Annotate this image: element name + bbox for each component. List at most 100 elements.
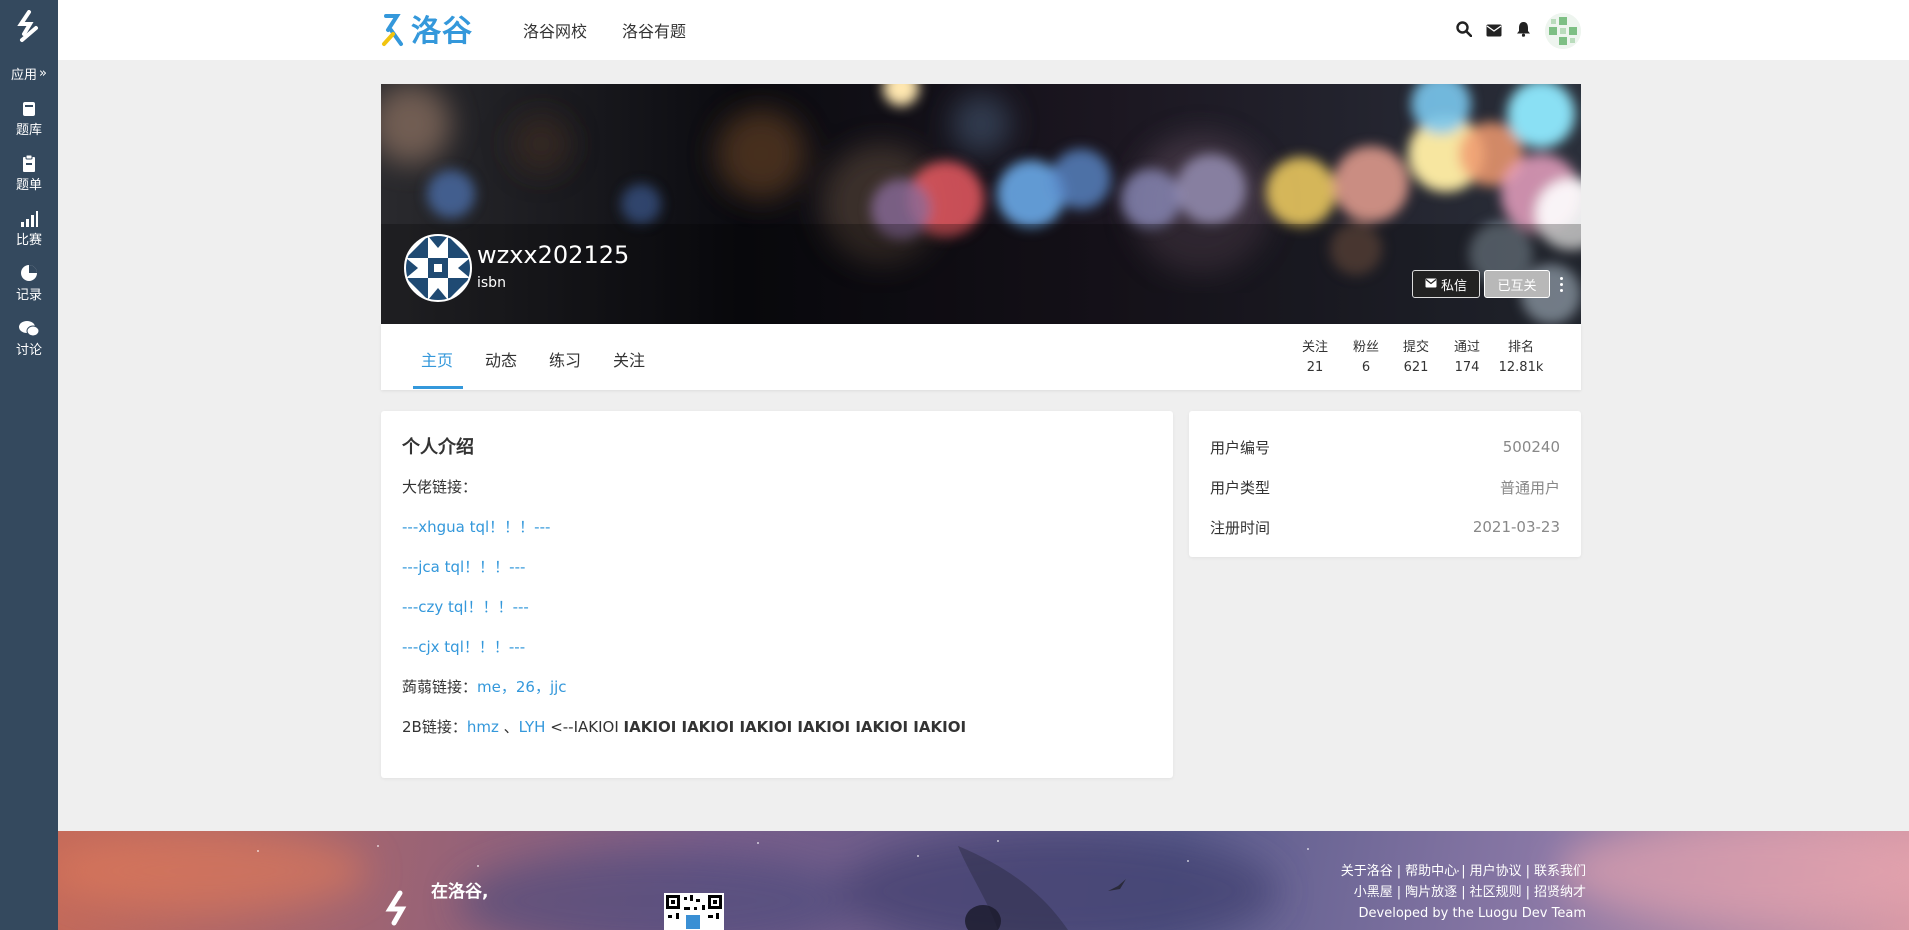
intro-link[interactable]: ---jca tql！！！--- (402, 558, 525, 576)
intro-separator: 、 (498, 718, 519, 736)
stat-value: 12.81k (1498, 360, 1544, 375)
brand-name: 洛谷 (411, 14, 473, 49)
intro-bold-text: IAKIOI IAKIOI IAKIOI IAKIOI IAKIOI IAKIO… (623, 718, 967, 736)
nav-link-problems[interactable]: 洛谷有题 (622, 18, 686, 42)
tab-activity[interactable]: 动态 (485, 347, 517, 371)
private-message-label: 私信 (1440, 278, 1467, 294)
stat-rank[interactable]: 排名 12.81k (1498, 338, 1544, 378)
user-tag: isbn (477, 275, 506, 291)
profile-tabs-bar: 主页 动态 练习 关注 关注 21 粉丝 6 提交 621 通过 174 排名 … (381, 324, 1581, 390)
private-message-button[interactable]: 私信 (1412, 270, 1480, 298)
comments-icon (19, 317, 39, 337)
username: wzxx202125 (477, 241, 630, 269)
tab-practice[interactable]: 练习 (549, 347, 581, 371)
sidebar-item-problems[interactable]: 题库 (0, 97, 58, 138)
nav-link-school[interactable]: 洛谷网校 (523, 18, 587, 42)
sidebar-item-training[interactable]: 题单 (0, 152, 58, 193)
footer-dev-line: Developed by the Luogu Dev Team (1341, 903, 1586, 924)
intro-link[interactable]: me，26，jjc (477, 678, 567, 696)
footer-background-image (58, 831, 1909, 930)
footer-dev-team-link[interactable]: Luogu Dev Team (1478, 906, 1586, 921)
intro-prefix: 蒟蒻链接： (402, 678, 478, 696)
stat-label: 粉丝 (1352, 340, 1379, 355)
luogu-logo-icon[interactable] (0, 0, 58, 54)
info-value: 2021-03-23 (1472, 518, 1560, 536)
stat-submissions[interactable]: 提交 621 (1398, 338, 1434, 378)
sidebar-item-label: 题单 (15, 178, 42, 193)
user-avatar[interactable] (404, 234, 472, 302)
sidebar-item-label: 记录 (15, 288, 42, 303)
top-nav: 洛谷网校 洛谷有题 (523, 18, 686, 42)
sidebar-item-contest[interactable]: 比赛 (0, 207, 58, 248)
avatar[interactable] (1545, 13, 1581, 49)
mutual-follow-button[interactable]: 已互关 (1484, 270, 1550, 298)
bar-chart-icon (20, 207, 38, 227)
banner-bokeh-image (381, 84, 1581, 324)
sidebar-item-label: 讨论 (15, 343, 42, 358)
info-value: 500240 (1502, 438, 1560, 456)
search-icon[interactable] (1456, 21, 1473, 41)
apps-label: 应用 (11, 68, 38, 83)
footer-link-contact[interactable]: 联系我们 (1534, 864, 1586, 879)
intro-link[interactable]: ---cjx tql！！！--- (402, 638, 525, 656)
bell-icon[interactable] (1516, 21, 1531, 41)
envelope-icon[interactable] (1486, 22, 1502, 41)
tab-following[interactable]: 关注 (613, 347, 645, 371)
footer-logo-icon (382, 889, 422, 930)
stat-label: 关注 (1301, 340, 1328, 355)
active-tab-indicator (413, 386, 463, 389)
stat-accepted[interactable]: 通过 174 (1450, 338, 1484, 378)
stat-value: 174 (1454, 360, 1480, 375)
intro-line: 大佬链接： (402, 478, 478, 496)
footer-link-rules[interactable]: 社区规则 (1470, 885, 1522, 900)
stat-value: 21 (1306, 360, 1324, 375)
footer-link-terms[interactable]: 用户协议 (1470, 864, 1522, 879)
more-options-icon[interactable] (1557, 274, 1565, 294)
intro-line: ---czy tql！！！--- (402, 595, 1152, 619)
user-info-card: 用户编号 500240 用户类型 普通用户 注册时间 2021-03-23 (1189, 411, 1581, 557)
intro-link[interactable]: ---xhgua tql！！！--- (402, 518, 550, 536)
stat-following[interactable]: 关注 21 (1298, 338, 1332, 378)
stat-label: 排名 (1507, 340, 1534, 355)
sidebar-item-records[interactable]: 记录 (0, 262, 58, 303)
follow-label: 已互关 (1497, 278, 1537, 294)
stat-label: 通过 (1453, 340, 1480, 355)
intro-link[interactable]: hmz (467, 718, 499, 736)
intro-line: ---jca tql！！！--- (402, 555, 1152, 579)
luogu-mark-icon (382, 14, 403, 46)
footer-link-ostracism[interactable]: 陶片放逐 (1405, 885, 1457, 900)
sidebar-item-discuss[interactable]: 讨论 (0, 317, 58, 358)
clipboard-icon (22, 152, 36, 172)
intro-link[interactable]: LYH (519, 718, 546, 736)
footer-link-about[interactable]: 关于洛谷 (1341, 864, 1393, 879)
apps-menu[interactable]: 应用 » (0, 64, 58, 83)
top-icons (1456, 13, 1581, 49)
info-label: 用户类型 (1210, 478, 1271, 497)
intro-line: ---xhgua tql！！！--- (402, 515, 1152, 539)
intro-line: ---cjx tql！！！--- (402, 635, 1152, 659)
tab-home[interactable]: 主页 (421, 347, 453, 371)
footer-link-blacklist[interactable]: 小黑屋 (1354, 885, 1393, 900)
info-row-register: 注册时间 2021-03-23 (1210, 507, 1560, 547)
stat-value: 621 (1403, 360, 1429, 375)
info-row-type: 用户类型 普通用户 (1210, 467, 1560, 507)
footer-slogan: 在洛谷, (431, 881, 488, 903)
pie-chart-icon (20, 262, 38, 282)
footer-dev-prefix: Developed by the (1358, 906, 1478, 921)
footer-slogan-line: 在洛谷, (431, 882, 489, 902)
stat-value: 6 (1361, 360, 1371, 375)
intro-link[interactable]: ---czy tql！！！--- (402, 598, 529, 616)
intro-plain-text: <--IAKIOI (545, 718, 624, 736)
info-label: 用户编号 (1210, 438, 1271, 457)
footer-link-jobs[interactable]: 招贤纳才 (1534, 885, 1586, 900)
stat-label: 提交 (1402, 340, 1429, 355)
intro-line: 蒟蒻链接：me，26，jjc (402, 675, 1152, 699)
brand-logo[interactable]: 洛谷 (381, 6, 473, 50)
intro-title: 个人介绍 (402, 437, 474, 458)
intro-prefix: 2B链接： (402, 718, 467, 736)
stat-followers[interactable]: 粉丝 6 (1349, 338, 1383, 378)
book-icon (22, 97, 36, 117)
footer-links: 关于洛谷 | 帮助中心 | 用户协议 | 联系我们 小黑屋 | 陶片放逐 | 社区规则 | 招贤纳才 D… (1341, 861, 1586, 924)
double-chevron-right-icon: » (39, 66, 47, 81)
footer-link-help[interactable]: 帮助中心 (1405, 864, 1457, 879)
